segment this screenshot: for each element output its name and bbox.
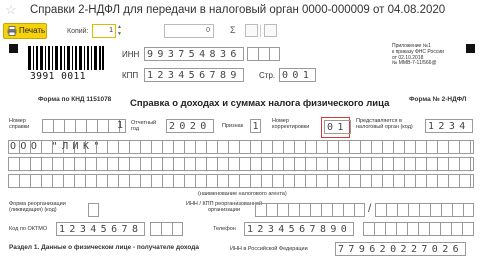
sum-icon[interactable]: Σ [230,25,236,35]
tax-org-label: Представляется в налоговый орган (код) [356,118,413,131]
corner-marker-left [9,44,18,53]
window-title: Справки 2-НДФЛ для передачи в налоговый … [30,4,446,16]
sign-label: Признак [222,123,244,129]
cell: 12345678 [56,222,146,236]
oktmo-label: Код по ОКТМО [9,226,48,232]
form-number: Форма № 2-НДФЛ [409,96,467,103]
appendix-note: Приложение №1 к приказу ФНС России от 02… [392,43,444,67]
person-inn-label: ИНН в Российской Федерации [230,246,308,252]
corner-marker-right [466,44,475,53]
sign-cell[interactable]: 1 [250,119,261,133]
reorg-inn-cells[interactable] [255,203,365,217]
oktmo-extra-cells[interactable] [150,222,183,236]
corr-highlight[interactable]: 01 [321,117,351,138]
print-button[interactable]: Печать [3,23,47,39]
star-icon[interactable]: ☆ [5,2,17,18]
copies-input[interactable]: 1 [92,24,116,38]
barcode [28,46,104,70]
form-title: Справка о доходах и суммах налога физиче… [130,98,390,109]
oktmo-cells[interactable]: 12345678 [56,222,146,236]
cert-no-value: 1 [116,120,123,131]
year-cells[interactable]: 2020 [166,119,214,133]
separator [260,25,261,37]
copies-label: Копий: [67,28,89,35]
cert-no-cells[interactable]: 1 [42,119,126,133]
tax-org-cells[interactable]: 1234 [425,119,473,133]
cell: 001 [279,68,317,82]
agent-name-row-1[interactable]: ООО "ЛИК" [8,140,474,154]
cell: 123456789 [144,68,244,82]
page-label: Стр. [259,71,276,80]
inn-cells[interactable]: 993754836 [144,47,244,61]
printer-icon [7,26,17,36]
cell: 01 [324,120,351,134]
copies-stepper[interactable]: ▲ ▼ [117,24,124,38]
page-cells[interactable]: 001 [279,68,317,82]
phone-label: Телефон [213,226,236,232]
agent-name-row-2[interactable] [8,157,474,171]
cell: 779620227026 [335,242,467,256]
reorg-inn-label: ИНН / КПП реорганизованной организации [186,201,263,214]
section-1-title: Раздел 1. Данные о физическом лице - пол… [9,244,199,251]
cert-no-label: Номер справки [9,118,30,131]
zoom-button[interactable] [264,24,277,37]
cell: 1234 [425,119,473,133]
phone-extra-cells[interactable] [363,222,474,236]
calculator-button[interactable] [245,24,258,37]
counter-field[interactable]: 0 [164,24,214,38]
reorg-kpp-cells[interactable] [375,203,474,217]
cell: 993754836 [144,47,244,61]
toolbar: Печать Копий: 1 ▲ ▼ 0 Σ [0,22,480,42]
cell: 1 [250,119,261,133]
slash-separator: / [368,201,372,215]
agent-name-value: ООО "ЛИК" [10,141,104,152]
kpp-cells[interactable]: 123456789 [144,68,244,82]
phone-cells[interactable]: 1234567890 [244,222,355,236]
cell: 2020 [166,119,214,133]
cell: 1234567890 [244,222,355,236]
reorg-form-cell[interactable] [88,203,99,217]
title-bar: ☆ Справки 2-НДФЛ для передачи в налоговы… [0,0,480,22]
barcode-number: 3991 0011 [30,71,86,82]
inn-extra-cells[interactable] [247,47,280,61]
agent-caption: (наименование налогового агента) [198,191,287,197]
counter-value: 0 [206,27,210,34]
corr-label: Номер корректировки [272,118,310,131]
copies-value: 1 [109,27,113,34]
person-inn-cells[interactable]: 779620227026 [335,242,467,256]
inn-label: ИНН [122,50,140,59]
kpp-label: КПП [122,71,139,80]
reorg-form-label: Форма реорганизации (ликвидация) (код) [9,201,66,214]
corr-cells: 01 [324,120,351,134]
form-knd: Форма по КНД 1151078 [38,96,112,103]
year-label: Отчетный год [131,120,157,133]
print-label: Печать [19,26,46,35]
agent-name-row-3[interactable] [8,174,474,188]
